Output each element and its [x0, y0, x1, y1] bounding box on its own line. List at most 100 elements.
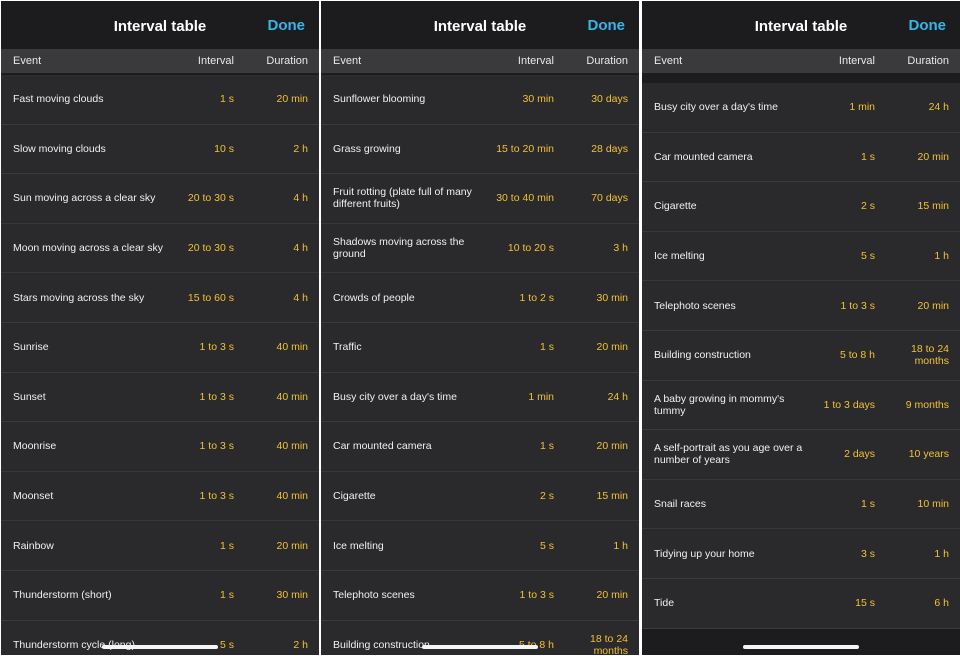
navigation-bar: Interval table Done: [1, 1, 319, 49]
table-row[interactable]: Traffic 1 s 20 min: [321, 322, 639, 373]
interval-cell: 15 s: [855, 597, 875, 610]
table-row[interactable]: Fruit rotting (plate full of many differ…: [321, 174, 639, 224]
table-row[interactable]: Ice melting 5 s 1 h: [321, 521, 639, 571]
interval-cell: 20 to 30 s: [187, 242, 234, 255]
table-row[interactable]: Crowds of people 1 to 2 s 30 min: [321, 273, 639, 323]
table-row[interactable]: Cigarette 2 s 15 min: [321, 471, 639, 522]
table-row[interactable]: Stars moving across the sky 15 to 60 s 4 h: [1, 273, 319, 323]
table-row[interactable]: Car mounted camera 1 s 20 min: [321, 422, 639, 472]
table-row[interactable]: Building construction5 to 8 h18 to 24 mo…: [321, 620, 639, 655]
event-cell: Shadows moving across the ground: [333, 236, 465, 261]
table-row[interactable]: Busy city over a day's time 1 min 24 h: [642, 83, 960, 133]
interval-cell: 10 s: [214, 142, 234, 155]
duration-cell: 6 h: [934, 597, 949, 610]
table-row[interactable]: Telephoto scenes 1 to 3 s 20 min: [642, 281, 960, 331]
interval-cell: 1 s: [219, 93, 234, 106]
home-indicator[interactable]: [743, 645, 859, 649]
table-row[interactable]: Shadows moving across the ground 10 to 20…: [321, 223, 639, 274]
interval-cell: 30 min: [522, 93, 554, 106]
table-row[interactable]: Tide 15 s 6 h: [642, 578, 960, 629]
table-row[interactable]: A baby growing in mommy's tummy 1 to 3 da…: [642, 380, 960, 431]
table-row[interactable]: Slow moving clouds 10 s 2 h: [1, 124, 319, 175]
duration-cell: 40 min: [276, 440, 308, 453]
interval-table-screen-1: Interval table Done Event Interval Durat…: [1, 1, 319, 655]
table-row[interactable]: Rainbow 1 s 20 min: [1, 521, 319, 571]
table-row[interactable]: Moonset 1 to 3 s 40 min: [1, 471, 319, 522]
duration-cell: 3 h: [613, 242, 628, 255]
home-indicator[interactable]: [102, 645, 218, 649]
interval-cell: 1 to 3 s: [199, 490, 234, 503]
event-cell: Telephoto scenes: [333, 589, 415, 602]
column-header-interval: Interval: [517, 55, 554, 67]
duration-cell: 9 months: [905, 398, 949, 411]
table-rows: Busy city over a day's time 1 min 24 h Car …: [642, 83, 960, 629]
table-header: Event Interval Duration: [642, 49, 960, 73]
event-cell: Ice melting: [654, 250, 705, 263]
event-cell: Sun moving across a clear sky: [13, 192, 156, 205]
table-row[interactable]: Sun moving across a clear sky 20 to 30 s 4…: [1, 174, 319, 224]
duration-cell: 18 to 24 months: [911, 343, 949, 368]
duration-cell: 10 years: [908, 448, 949, 461]
interval-cell: 1 to 3 s: [199, 390, 234, 403]
interval-cell: 1 s: [539, 440, 554, 453]
interval-cell: 2 s: [860, 200, 875, 213]
event-cell: Sunset: [13, 390, 46, 403]
navigation-bar: Interval table Done: [642, 1, 960, 49]
table-body[interactable]: Fast moving clouds 1 s 20 min Slow moving c…: [1, 73, 319, 655]
table-row[interactable]: Ice melting 5 s 1 h: [642, 231, 960, 282]
table-row[interactable]: Sunrise 1 to 3 s 40 min: [1, 322, 319, 373]
done-button[interactable]: Done: [588, 17, 626, 34]
event-cell: Moon moving across a clear sky: [13, 242, 163, 255]
table-row[interactable]: Thunderstorm cycle (long) 5 s2 h: [1, 620, 319, 655]
table-row[interactable]: Thunderstorm (short) 1 s 30 min: [1, 570, 319, 621]
interval-cell: 1 to 3 s: [519, 589, 554, 602]
table-row[interactable]: Busy city over a day's time 1 min 24 h: [321, 372, 639, 423]
table-rows: Fast moving clouds 1 s 20 min Slow moving c…: [1, 75, 319, 655]
event-cell: Stars moving across the sky: [13, 291, 145, 304]
event-cell: Busy city over a day's time: [333, 390, 457, 403]
event-cell: Busy city over a day's time: [654, 101, 778, 114]
duration-cell: 20 min: [596, 589, 628, 602]
duration-cell: 1 h: [934, 547, 949, 560]
interval-cell: 2 days: [844, 448, 875, 461]
event-cell: Grass growing: [333, 142, 401, 155]
interval-cell: 20 to 30 s: [187, 192, 234, 205]
table-row[interactable]: Building construction5 to 8 h18 to 24 mo…: [642, 330, 960, 381]
duration-cell: 40 min: [276, 341, 308, 354]
event-cell: Tidying up your home: [654, 547, 755, 560]
table-row[interactable]: Car mounted camera 1 s 20 min: [642, 132, 960, 183]
duration-cell: 40 min: [276, 390, 308, 403]
column-header-duration: Duration: [266, 55, 308, 67]
event-cell: Tide: [654, 597, 675, 610]
interval-cell: 3 s: [860, 547, 875, 560]
duration-cell: 4 h: [293, 242, 308, 255]
table-row[interactable]: Snail races 1 s 10 min: [642, 479, 960, 530]
table-row[interactable]: Fast moving clouds 1 s 20 min: [1, 75, 319, 125]
event-cell: Moonrise: [13, 440, 57, 453]
column-header-event: Event: [333, 55, 362, 67]
table-row[interactable]: Sunset 1 to 3 s 40 min: [1, 372, 319, 423]
table-row[interactable]: Telephoto scenes 1 to 3 s 20 min: [321, 570, 639, 621]
table-row[interactable]: Cigarette 2 s 15 min: [642, 182, 960, 232]
event-cell: Car mounted camera: [654, 150, 753, 163]
table-row[interactable]: Moon moving across a clear sky 20 to 30 s…: [1, 223, 319, 274]
duration-cell: 70 days: [591, 192, 628, 205]
done-button[interactable]: Done: [268, 17, 306, 34]
table-row[interactable]: Grass growing 15 to 20 min 28 days: [321, 124, 639, 175]
duration-cell: 30 days: [591, 93, 628, 106]
done-button[interactable]: Done: [909, 17, 947, 34]
table-row[interactable]: Sunflower blooming 30 min 30 days: [321, 75, 639, 125]
table-row[interactable]: Tidying up your home 3 s 1 h: [642, 529, 960, 579]
interval-cell: 1 s: [860, 150, 875, 163]
interval-cell: 1 s: [219, 539, 234, 552]
home-indicator[interactable]: [422, 645, 538, 649]
duration-cell: 20 min: [276, 539, 308, 552]
table-row[interactable]: Moonrise 1 to 3 s 40 min: [1, 422, 319, 472]
table-body[interactable]: Sunflower blooming 30 min 30 days Grass gro…: [321, 73, 639, 655]
table-body[interactable]: Busy city over a day's time 1 min 24 h Car …: [642, 73, 960, 655]
interval-cell: 1 to 3 s: [840, 299, 875, 312]
event-cell: Sunrise: [13, 341, 49, 354]
table-row[interactable]: A self-portrait as you age over a number…: [642, 430, 960, 480]
event-cell: Cigarette: [333, 490, 376, 503]
event-cell: Cigarette: [654, 200, 697, 213]
